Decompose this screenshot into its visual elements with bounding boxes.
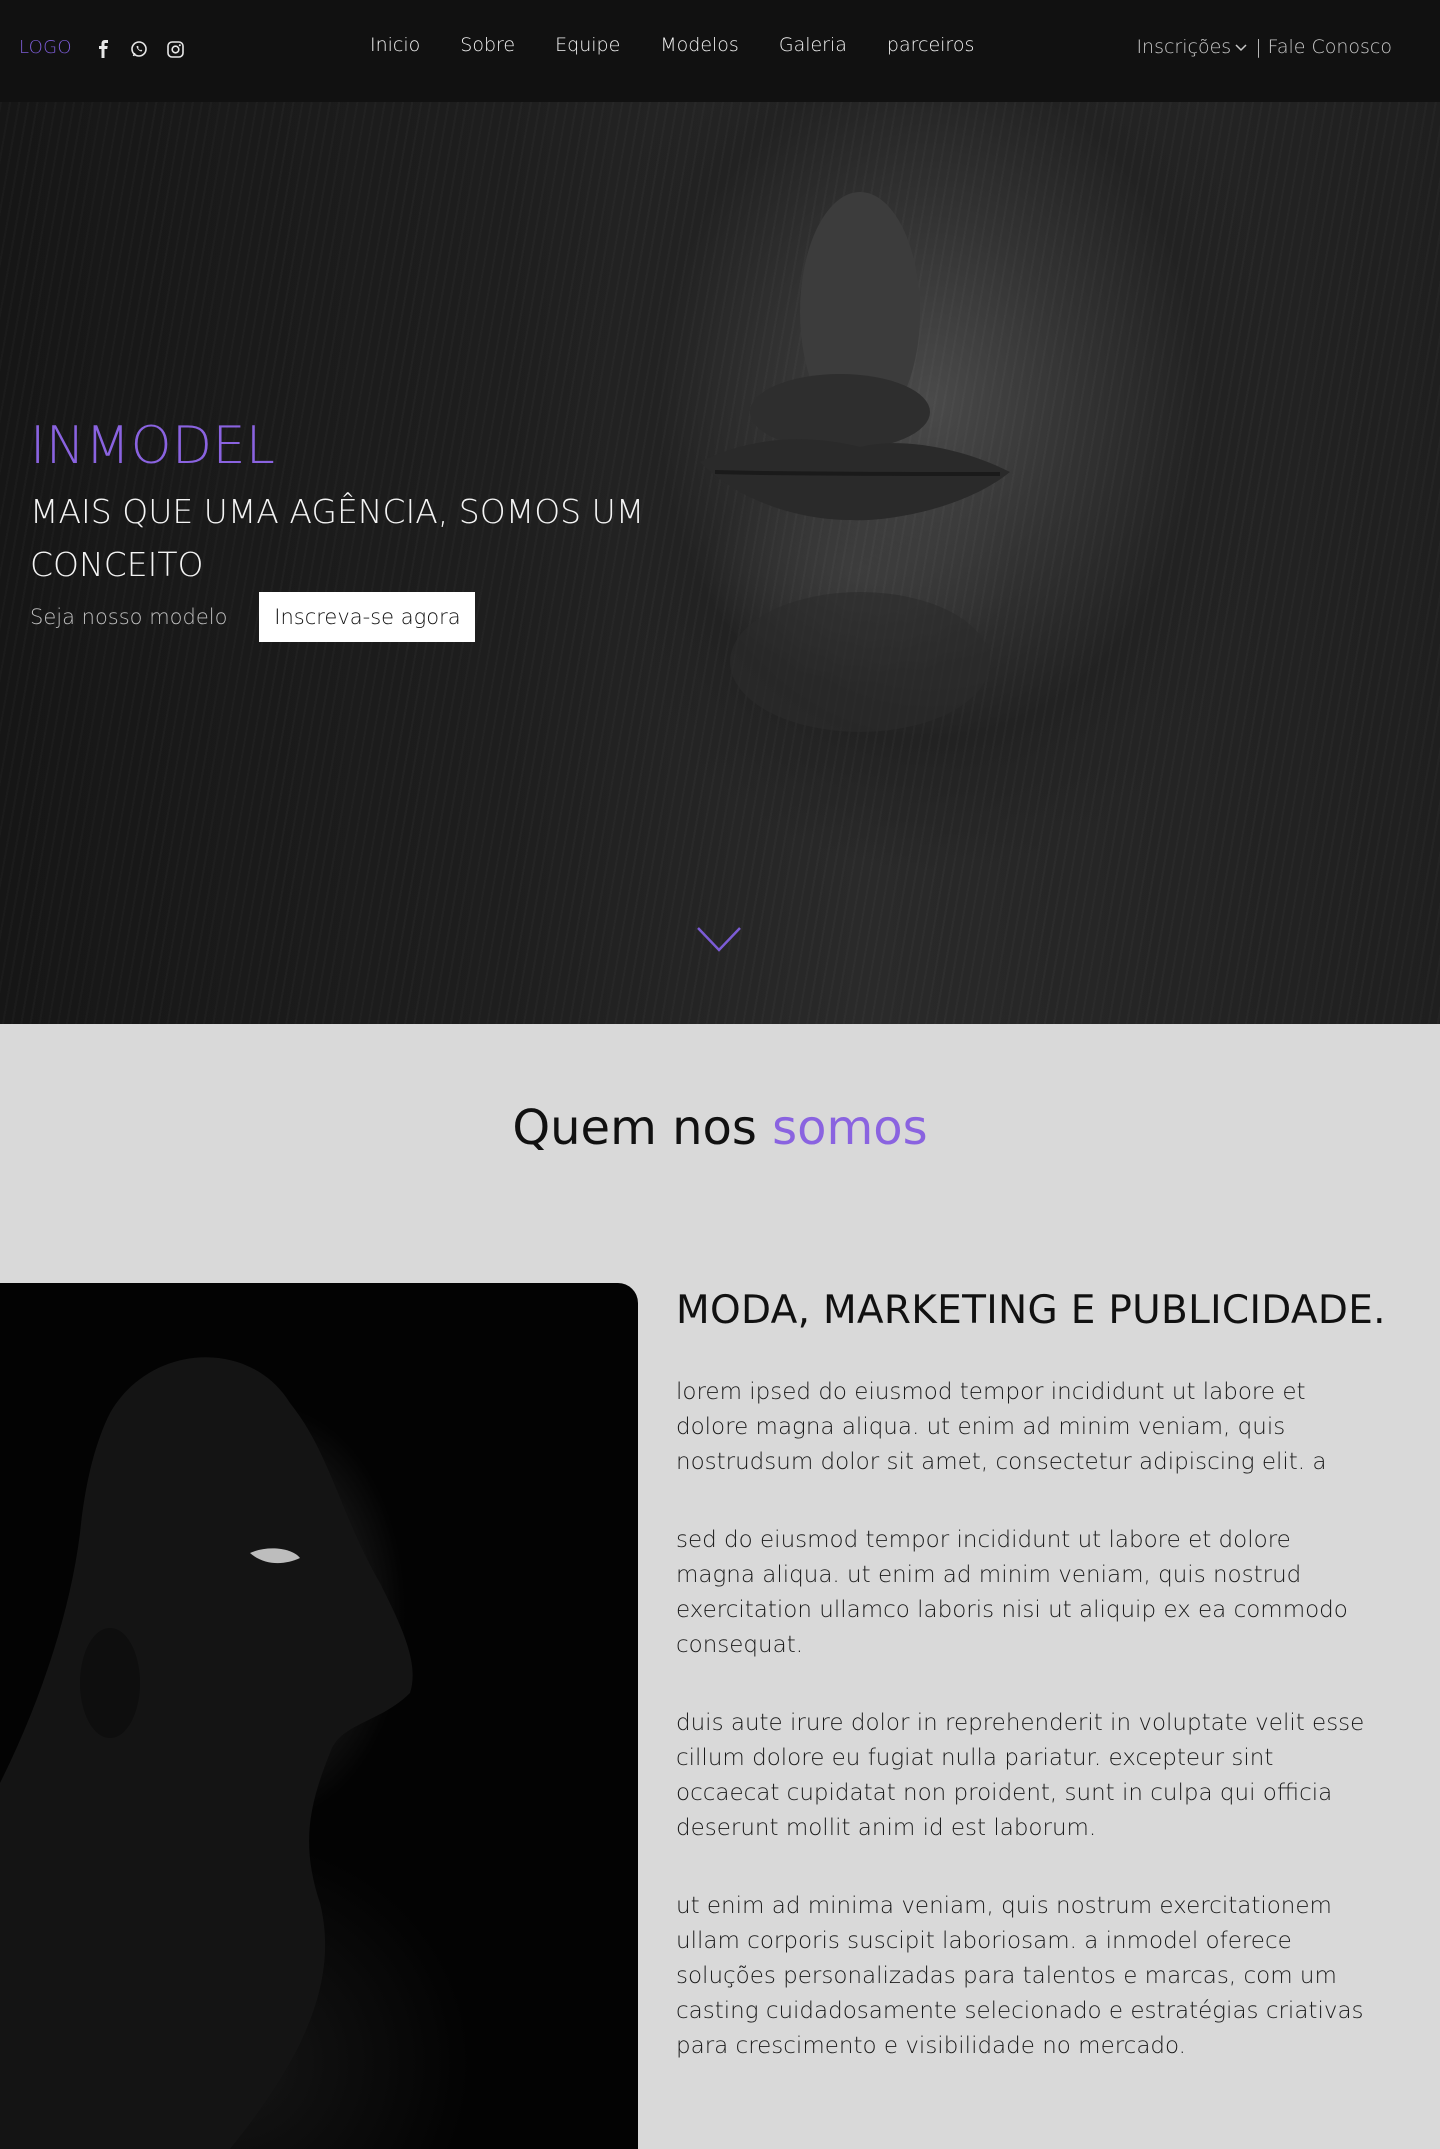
signup-button[interactable]: Inscreva-se agora [259, 592, 476, 642]
logo[interactable]: LOGO [19, 37, 72, 58]
hero-section: INMODEL MAIS QUE UMA AGÊNCIA, SOMOS UM C… [0, 102, 1440, 1024]
social-links [92, 38, 186, 60]
whatsapp-icon[interactable] [128, 38, 150, 60]
contact-link[interactable]: | Fale Conosco [1255, 36, 1392, 58]
nav-right: Inscrições | Fale Conosco [1136, 36, 1392, 58]
scroll-down-icon[interactable] [696, 926, 742, 958]
main-nav: Inicio Sobre Equipe Modelos Galeria parc… [370, 34, 974, 56]
hero-cta-text: Seja nosso modelo [30, 605, 228, 629]
nav-modelos[interactable]: Modelos [660, 34, 739, 56]
about-paragraph: sed do eiusmod tempor incididunt ut labo… [676, 1527, 1348, 1658]
hero-cta: Seja nosso modelo Inscreva-se agora [30, 592, 476, 642]
about-paragraph: ut enim ad minima veniam, quis nostrum e… [676, 1893, 1364, 2059]
inscricoes-dropdown[interactable]: Inscrições [1136, 36, 1231, 58]
about-paragraph: lorem ipsed do eiusmod tempor incididunt… [676, 1379, 1327, 1475]
hero-title: INMODEL [30, 416, 276, 476]
nav-inicio[interactable]: Inicio [370, 34, 420, 56]
nav-sobre[interactable]: Sobre [460, 34, 515, 56]
hero-subtitle: MAIS QUE UMA AGÊNCIA, SOMOS UM CONCEITO [30, 492, 645, 584]
about-heading: Quem nos somos [0, 1100, 1440, 1156]
chevron-down-icon[interactable] [1235, 44, 1247, 52]
nav-galeria[interactable]: Galeria [779, 34, 847, 56]
about-model-image [0, 1283, 638, 2149]
about-heading-accent: somos [772, 1100, 928, 1156]
nav-equipe[interactable]: Equipe [555, 34, 620, 56]
navbar: LOGO Inicio Sobre Equipe Modelos Galeria… [0, 0, 1440, 102]
facebook-icon[interactable] [92, 38, 114, 60]
about-heading-plain: Quem nos [512, 1100, 773, 1156]
instagram-icon[interactable] [164, 38, 186, 60]
about-title: MODA, MARKETING E PUBLICIDADE. [676, 1288, 1386, 1333]
about-paragraph: duis aute irure dolor in reprehenderit i… [676, 1710, 1365, 1841]
model-portrait [0, 1357, 413, 2149]
about-paragraphs: lorem ipsed do eiusmod tempor incididunt… [676, 1375, 1376, 2107]
nav-parceiros[interactable]: parceiros [887, 34, 974, 56]
